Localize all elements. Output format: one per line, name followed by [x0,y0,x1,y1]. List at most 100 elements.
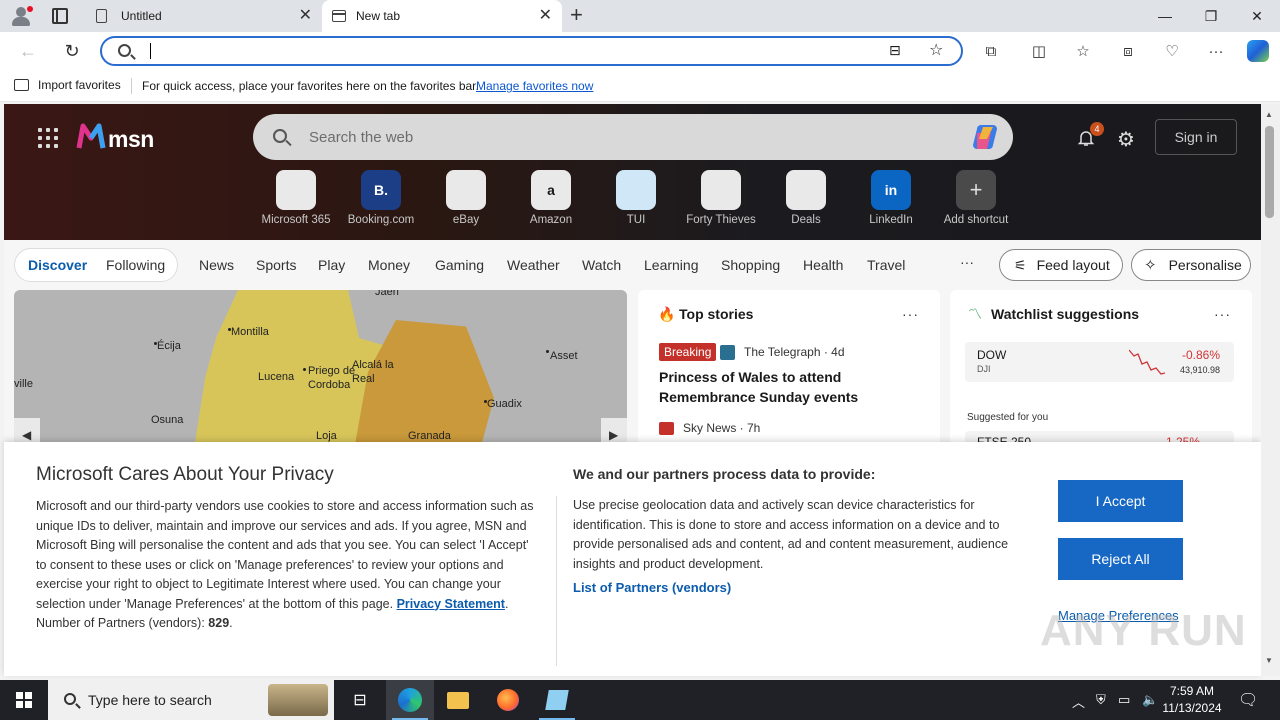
tray-overflow-icon[interactable]: ︿ [1072,692,1085,711]
microsoft-365-icon [276,170,316,210]
taskbar-search-placeholder: Type here to search [88,692,212,708]
shortcut-label: eBay [452,214,480,226]
taskbar-search-box[interactable]: Type here to search [48,680,334,720]
shortcut-ebay[interactable]: eBay [424,170,508,226]
minimize-button[interactable]: — [1142,0,1188,32]
network-icon[interactable]: ▭ [1118,692,1130,708]
notification-center-icon[interactable]: 🗨 [1238,690,1258,710]
settings-gear-icon[interactable]: ⚙ [1117,127,1135,152]
import-favorites-label: Import favorites [38,78,121,92]
shortcut-forty-thieves[interactable]: Forty Thieves [679,170,763,226]
tab-new-tab[interactable]: New tab ✕ [322,0,562,32]
address-input[interactable] [148,41,868,61]
profile-icon[interactable] [10,5,33,27]
extensions-icon[interactable]: ⧉ [981,41,1001,61]
search-highlight-image [268,684,328,716]
personalise-button[interactable]: ✧ Personalise [1131,249,1251,281]
web-search-box[interactable]: Search the web [253,114,1013,160]
network-security-icon[interactable]: ⛨ [1096,692,1106,708]
nav-link-money[interactable]: Money [368,257,410,273]
app-launcher-icon[interactable] [38,128,58,148]
copilot-icon[interactable] [1247,40,1269,62]
shortcut-amazon[interactable]: a Amazon [509,170,593,226]
nav-link-shopping[interactable]: Shopping [721,257,780,273]
taskbar-edge[interactable] [386,680,434,720]
reject-all-button[interactable]: Reject All [1058,538,1183,580]
partners-list-link[interactable]: List of Partners (vendors) [573,580,731,595]
page-scrollbar[interactable]: ▲ ▼ [1261,104,1280,676]
nav-link-travel[interactable]: Travel [867,257,905,273]
nav-link-health[interactable]: Health [803,257,843,273]
more-nav-icon[interactable]: ··· [960,254,974,270]
linkedin-icon: in [871,170,911,210]
more-options-icon[interactable]: ··· [1214,306,1231,322]
task-view-icon: ⊟ [353,692,367,709]
more-options-icon[interactable]: ··· [902,306,919,322]
tab-following[interactable]: Following [106,257,165,273]
tab-untitled[interactable]: Untitled ✕ [84,0,322,32]
collections-icon[interactable]: ⧈ [1118,41,1138,61]
taskbar-firefox[interactable] [484,680,532,720]
shortcut-deals[interactable]: Deals [764,170,848,226]
watchlist-title: Watchlist suggestions [991,306,1140,322]
clock-time: 7:59 AM [1169,684,1215,698]
map-label: Asset [550,350,578,362]
privacy-statement-link[interactable]: Privacy Statement [397,597,505,611]
sign-in-button[interactable]: Sign in [1155,119,1237,155]
nav-link-sports[interactable]: Sports [256,257,296,273]
map-city-dot [546,350,549,353]
more-menu-icon[interactable]: ··· [1206,41,1226,61]
split-screen-icon[interactable]: ◫ [1029,41,1049,61]
windows-start-icon[interactable] [16,692,32,708]
favorites-icon[interactable]: ☆ [1073,41,1093,61]
immersive-reader-icon[interactable]: ⊟ [889,42,901,59]
scroll-up-arrow[interactable]: ▲ [1265,110,1273,119]
favorite-star-icon[interactable]: ☆ [929,40,943,60]
shortcut-tui[interactable]: TUI [594,170,678,226]
restore-button[interactable]: ❐ [1188,0,1234,32]
trend-icon: 〽 [968,306,982,322]
manage-favorites-link[interactable]: Manage favorites now [476,79,593,93]
nav-link-learning[interactable]: Learning [644,257,699,273]
privacy-text: Microsoft and our third-party vendors us… [36,499,534,611]
feed-layout-button[interactable]: ⚟ Feed layout [999,249,1123,281]
accept-button[interactable]: I Accept [1058,480,1183,522]
taskbar-file-explorer[interactable] [434,680,482,720]
nav-link-play[interactable]: Play [318,257,345,273]
story-headline[interactable]: Princess of Wales to attend Remembrance … [659,367,919,407]
scroll-down-arrow[interactable]: ▼ [1265,656,1273,665]
stock-row[interactable]: DOW DJI -0.86% 43,910.98 [965,342,1234,382]
deals-icon [786,170,826,210]
address-bar[interactable]: ⊟ ☆ [100,36,963,66]
nav-link-gaming[interactable]: Gaming [435,257,484,273]
copilot-icon[interactable] [971,123,1001,151]
nav-link-news[interactable]: News [199,257,234,273]
weather-map-card[interactable]: Jaén Montilla Écija Lucena Priego de Cor… [14,290,627,450]
scroll-thumb[interactable] [1265,126,1274,218]
import-favorites-button[interactable]: Import favorites [14,78,121,92]
feed-nav: Discover Following News Sports Play Money Ga… [4,240,1261,290]
close-window-button[interactable]: ✕ [1234,0,1280,32]
refresh-button[interactable]: ↻ [61,40,83,62]
shortcut-linkedin[interactable]: in LinkedIn [849,170,933,226]
shortcut-booking[interactable]: B. Booking.com [339,170,423,226]
close-tab-icon[interactable]: ✕ [299,8,312,24]
nav-link-weather[interactable]: Weather [507,257,560,273]
close-tab-icon[interactable]: ✕ [539,8,552,24]
feed-layout-label: Feed layout [1036,257,1110,273]
shortcut-microsoft-365[interactable]: Microsoft 365 [254,170,338,226]
msn-logo-icon[interactable] [76,122,106,152]
anyrun-watermark: ANY RUN [1040,606,1247,655]
tab-actions-icon[interactable] [52,8,68,24]
taskbar-clock[interactable]: 7:59 AM 11/13/2024 [1162,683,1222,717]
performance-icon[interactable]: ♡ [1162,41,1182,61]
back-button[interactable]: ← [17,40,39,62]
msn-wordmark[interactable]: msn [108,126,154,153]
new-tab-button[interactable]: + [570,4,583,26]
tab-discover[interactable]: Discover [28,257,87,273]
shortcut-plus[interactable]: + Add shortcut [934,170,1018,226]
volume-icon[interactable]: 🔈 [1142,692,1158,708]
nav-link-watch[interactable]: Watch [582,257,621,273]
taskbar-notepad[interactable] [533,680,581,720]
task-view-button[interactable]: ⊟ [336,680,384,720]
